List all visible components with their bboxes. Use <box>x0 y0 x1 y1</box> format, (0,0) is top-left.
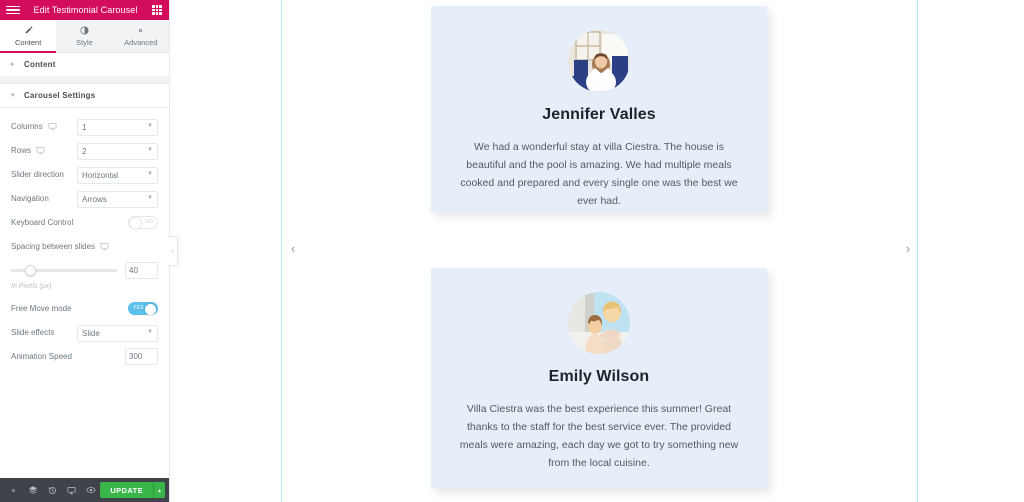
control-spacing: Spacing between slides <box>11 234 158 258</box>
control-navigation: Navigation Arrows ▼ <box>11 186 158 210</box>
panel-tabs: Content Style Advanced <box>0 20 169 53</box>
keyboard-control-state: NO <box>145 219 153 225</box>
slide-effects-select[interactable]: Slide <box>77 324 158 342</box>
desktop-icon[interactable] <box>36 146 45 155</box>
chevron-down-icon: ▾ <box>11 92 15 99</box>
spacing-slider-row <box>11 258 158 282</box>
free-move-mode-state: YES <box>133 305 144 311</box>
history-icon[interactable] <box>43 478 62 502</box>
testimonial-carousel: ‹ › Jennifer Valles We had a wonderful s… <box>170 0 1024 502</box>
gear-icon <box>136 25 145 36</box>
spacing-unit-note: In Pixels (px) <box>11 283 52 290</box>
toggle-knob <box>145 303 156 315</box>
tab-content-label: Content <box>15 38 42 47</box>
testimonial-name: Jennifer Valles <box>542 106 656 123</box>
avatar <box>568 30 630 92</box>
testimonial-name: Emily Wilson <box>548 368 650 385</box>
woman-with-child-photo <box>568 292 630 354</box>
testimonial-slide[interactable]: Emily Wilson Villa Ciestra was the best … <box>431 268 767 488</box>
carousel-next-arrow[interactable]: › <box>898 238 918 258</box>
settings-gear-icon[interactable] <box>4 478 23 502</box>
control-rows: Rows 2 ▼ <box>11 138 158 162</box>
tab-style-label: Style <box>76 38 93 47</box>
spacing-slider[interactable] <box>11 264 117 276</box>
widgets-grid-icon[interactable] <box>151 4 163 16</box>
control-free-move-mode: Free Move mode YES <box>11 296 158 320</box>
spacing-input[interactable] <box>125 261 158 279</box>
panel-footer-toolbar: UPDATE ▴ <box>0 478 169 502</box>
section-carousel-settings-label: Carousel Settings <box>24 91 96 100</box>
update-options-caret-icon[interactable]: ▴ <box>153 482 166 498</box>
tab-content[interactable]: Content <box>0 20 57 53</box>
panel-header: Edit Testimonial Carousel <box>0 0 169 20</box>
panel-title: Edit Testimonial Carousel <box>33 5 138 15</box>
section-carousel-settings[interactable]: ▾ Carousel Settings <box>0 84 169 108</box>
testimonial-slide[interactable]: Jennifer Valles We had a wonderful stay … <box>431 6 767 212</box>
tab-advanced[interactable]: Advanced <box>113 20 169 52</box>
control-columns: Columns 1 ▼ <box>11 114 158 138</box>
animation-speed-input[interactable] <box>125 347 158 365</box>
control-animation-speed: Animation Speed <box>11 344 158 368</box>
elementor-editor: Edit Testimonial Carousel Content Style … <box>0 0 1024 502</box>
panel-collapse-handle[interactable]: ‹ <box>168 236 178 266</box>
control-columns-label: Columns <box>11 121 43 131</box>
carousel-prev-arrow[interactable]: ‹ <box>283 238 303 258</box>
contrast-icon <box>80 25 89 36</box>
control-slider-direction: Slider direction Horizontal ▼ <box>11 162 158 186</box>
carousel-settings-controls: Columns 1 ▼ Rows 2 ▼ Slider direction Ho… <box>0 108 169 378</box>
avatar <box>568 292 630 354</box>
section-content-label: Content <box>24 60 56 69</box>
tab-style[interactable]: Style <box>56 20 112 52</box>
navigator-layers-icon[interactable] <box>23 478 42 502</box>
update-button[interactable]: UPDATE <box>100 482 154 498</box>
control-slide-effects: Slide effects Slide ▼ <box>11 320 158 344</box>
testimonial-text: We had a wonderful stay at villa Ciestra… <box>460 141 738 208</box>
tab-advanced-label: Advanced <box>124 38 158 47</box>
woman-in-chair-photo <box>568 30 630 92</box>
control-navigation-label: Navigation <box>11 193 49 203</box>
control-slider-direction-label: Slider direction <box>11 169 64 179</box>
responsive-mode-icon[interactable] <box>62 478 81 502</box>
rows-select[interactable]: 2 <box>77 142 158 160</box>
section-content[interactable]: ▸ Content <box>0 53 169 77</box>
control-animation-speed-label: Animation Speed <box>11 351 72 361</box>
control-slide-effects-label: Slide effects <box>11 327 55 337</box>
control-rows-label: Rows <box>11 145 32 155</box>
hamburger-menu-icon[interactable] <box>6 4 20 16</box>
pencil-icon <box>24 25 33 36</box>
testimonial-text: Villa Ciestra was the best experience th… <box>459 403 739 470</box>
control-free-move-mode-label: Free Move mode <box>11 303 72 313</box>
chevron-right-icon: ▸ <box>11 61 15 68</box>
free-move-mode-toggle[interactable]: YES <box>128 301 158 315</box>
slider-direction-select[interactable]: Horizontal <box>77 166 158 184</box>
navigation-select[interactable]: Arrows <box>77 190 158 208</box>
desktop-icon[interactable] <box>100 242 109 251</box>
toggle-knob <box>130 217 141 229</box>
slider-handle[interactable] <box>24 264 36 276</box>
preview-eye-icon[interactable] <box>81 478 100 502</box>
control-spacing-label: Spacing between slides <box>11 241 96 251</box>
keyboard-control-toggle[interactable]: NO <box>128 215 158 229</box>
control-keyboard-control: Keyboard Control NO <box>11 210 158 234</box>
editor-panel: Edit Testimonial Carousel Content Style … <box>0 0 178 502</box>
control-keyboard-control-label: Keyboard Control <box>11 217 74 227</box>
desktop-icon[interactable] <box>48 122 57 131</box>
section-divider <box>0 77 169 84</box>
columns-select[interactable]: 1 <box>77 118 158 136</box>
preview-canvas: ‹ › Jennifer Valles We had a wonderful s… <box>170 0 1024 502</box>
